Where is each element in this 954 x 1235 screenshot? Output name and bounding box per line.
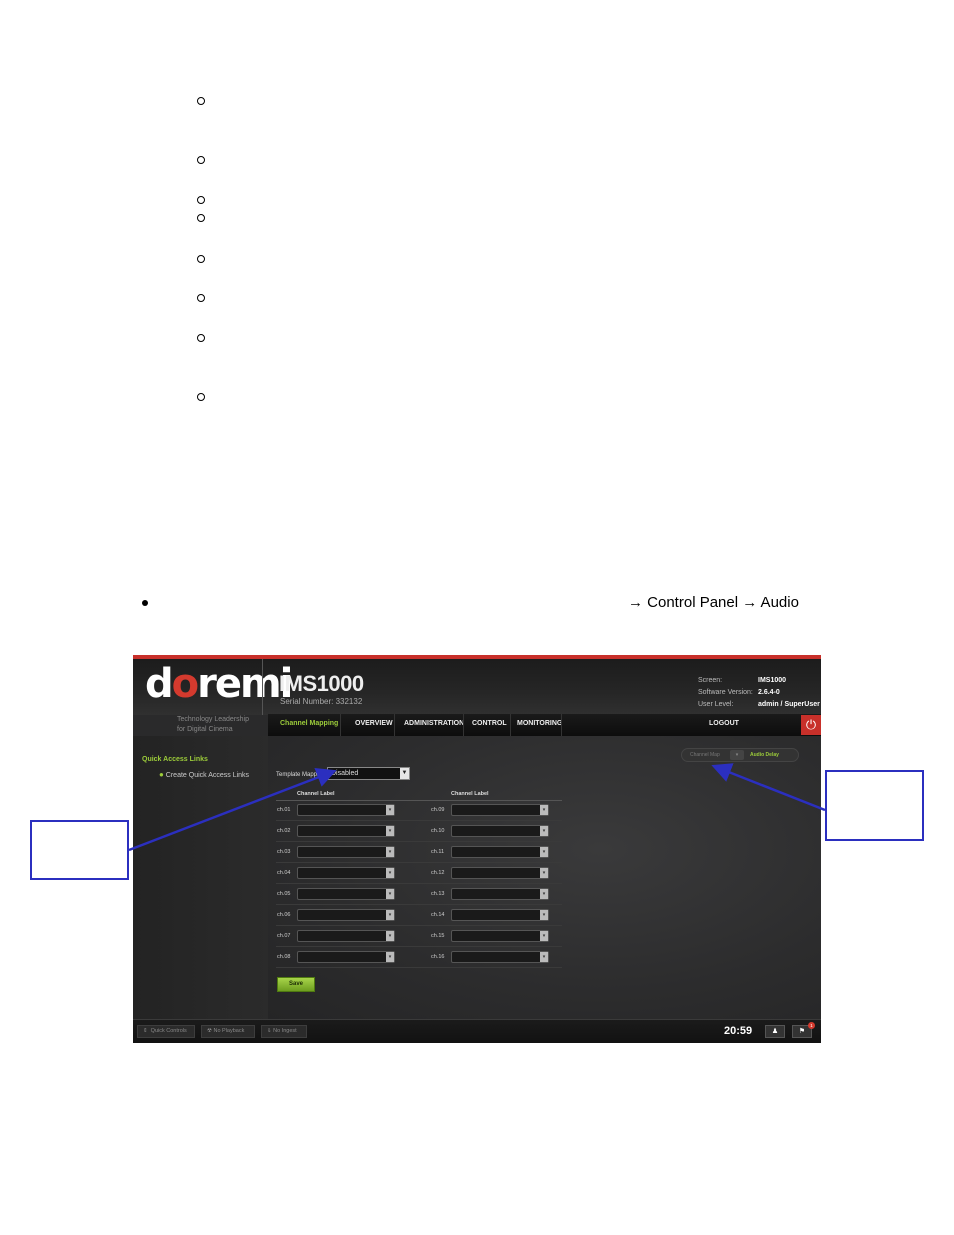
arrow-to-channel-map-toggle [711, 763, 826, 812]
callout-arrows [128, 763, 826, 852]
arrow-to-template-mapping [128, 768, 337, 852]
